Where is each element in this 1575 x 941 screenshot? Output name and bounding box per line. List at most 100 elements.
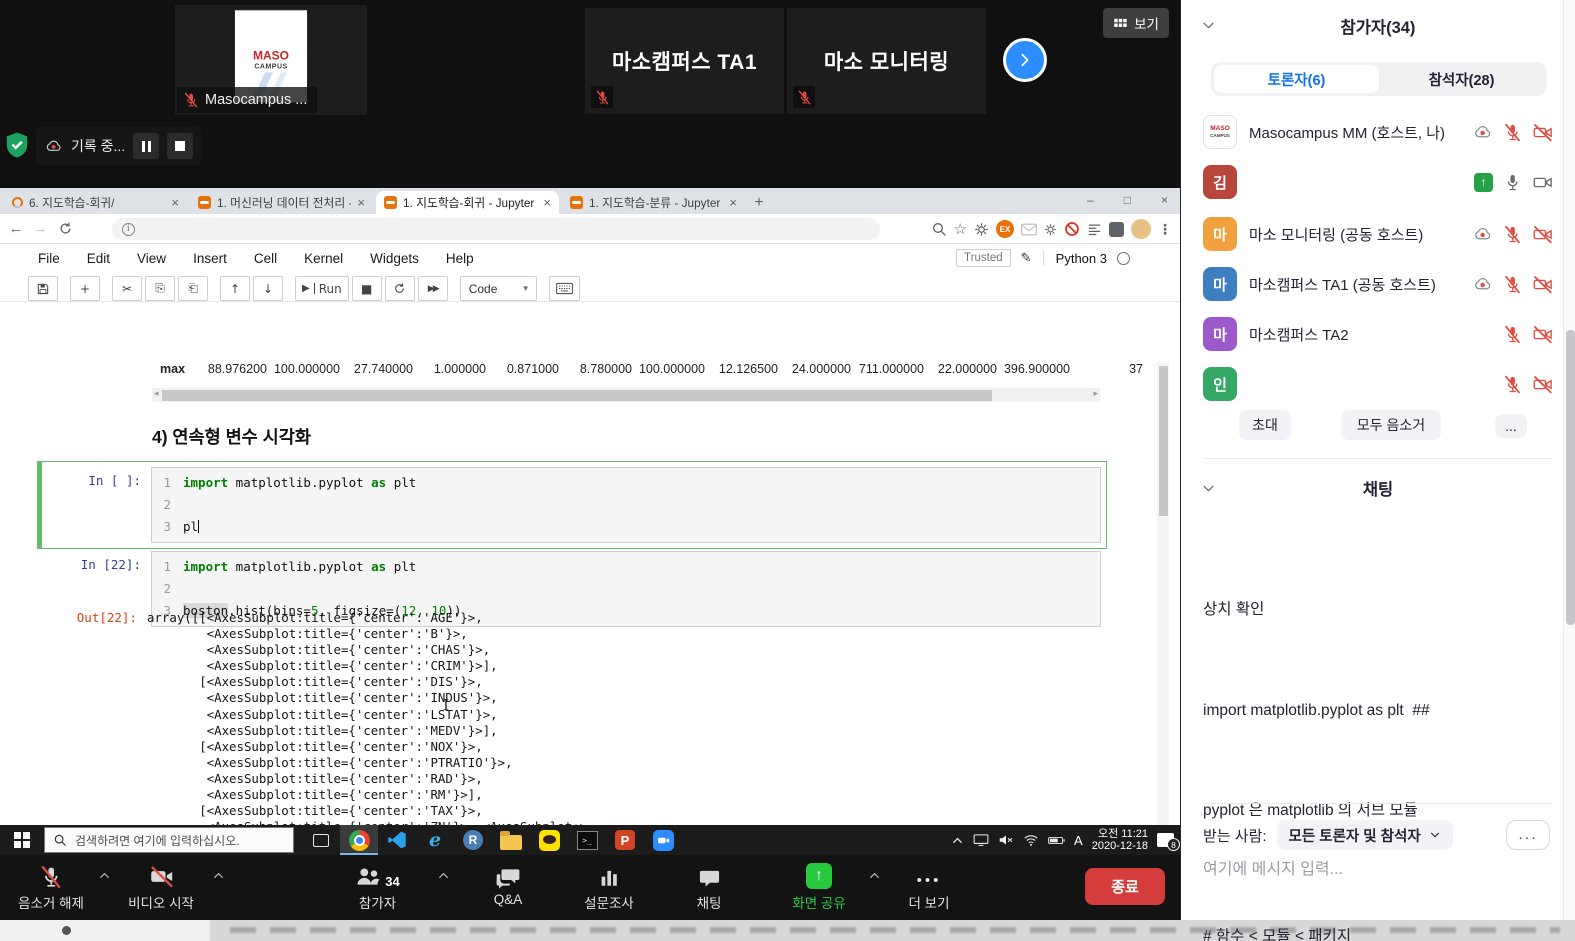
start-video-button[interactable]: 비디오 시작 — [115, 861, 207, 912]
cell-type-select[interactable]: Code▾ — [460, 276, 537, 301]
display-icon[interactable] — [973, 833, 989, 847]
taskbar-app-chrome[interactable] — [340, 825, 378, 855]
invite-button[interactable]: 초대 — [1239, 410, 1291, 440]
panel-scrollbar[interactable] — [1563, 0, 1575, 920]
video-options-chevron-icon[interactable] — [212, 869, 225, 882]
video-tile-ta1[interactable]: 마소캠퍼스 TA1 — [585, 8, 784, 114]
taskbar-app-ie[interactable]: e — [416, 825, 454, 855]
next-videos-button[interactable] — [1003, 38, 1047, 82]
mail-extension-icon[interactable] — [1021, 223, 1037, 236]
wifi-icon[interactable] — [1023, 833, 1039, 847]
tab-attendees[interactable]: 참석자(28) — [1379, 65, 1544, 93]
back-icon[interactable]: ← — [4, 220, 28, 237]
taskbar-app-zoom[interactable] — [644, 825, 682, 855]
participants-button[interactable]: 34 참가자 — [330, 861, 425, 912]
maximize-button[interactable]: □ — [1124, 193, 1131, 207]
participant-row[interactable]: 인 — [1181, 360, 1575, 408]
settings-gear-icon[interactable] — [1044, 223, 1057, 236]
video-tile-masocampus[interactable]: MASOCAMPUS Masocampus ... — [175, 5, 367, 115]
close-button[interactable]: × — [1161, 193, 1168, 207]
taskbar-app-explorer[interactable] — [492, 825, 530, 855]
participants-more-button[interactable]: ... — [1495, 414, 1527, 438]
profile-avatar[interactable] — [1131, 219, 1151, 239]
participant-row[interactable]: 마 마소캠퍼스 TA2 — [1181, 310, 1575, 358]
taskbar-app-powerpoint[interactable]: P — [606, 825, 644, 855]
mic-options-chevron-icon[interactable] — [98, 869, 111, 882]
participant-row[interactable]: 마 마소 모니터링 (공동 호스트) — [1181, 210, 1575, 258]
battery-icon[interactable] — [1048, 836, 1065, 845]
recipient-select[interactable]: 모든 토론자 및 참석자 — [1277, 820, 1453, 850]
forward-icon[interactable]: → — [28, 220, 52, 237]
url-field[interactable]: i — [112, 218, 880, 240]
extensions-puzzle-icon[interactable] — [1109, 222, 1124, 237]
tab-panelists[interactable]: 토론자(6) — [1214, 65, 1379, 93]
browser-tab-2[interactable]: 1. 머신러닝 데이터 전처리 - Jup × — [190, 191, 373, 214]
move-cell-up-button[interactable]: ↑ — [220, 276, 250, 301]
unmute-button[interactable]: 음소거 해제 — [6, 861, 96, 912]
browser-tab-3-active[interactable]: 1. 지도학습-회귀 - Jupyter Note × — [376, 191, 559, 214]
chat-more-button[interactable]: ... — [1506, 820, 1550, 850]
participants-chevron-icon[interactable] — [437, 869, 450, 882]
zoom-page-icon[interactable] — [931, 221, 947, 237]
page-info-icon[interactable]: i — [122, 223, 135, 236]
horizontal-scrollbar[interactable]: ◂ ▸ — [152, 388, 1100, 402]
reading-list-icon[interactable] — [1087, 222, 1102, 237]
browser-tab-1[interactable]: 6. 지도학습-회귀/ × — [4, 191, 187, 214]
save-button[interactable] — [28, 276, 58, 301]
participant-row[interactable]: MASOCAMPUS Masocampus MM (호스트, 나) — [1181, 108, 1575, 156]
share-options-chevron-icon[interactable] — [868, 869, 881, 882]
tab-close-icon[interactable]: × — [543, 195, 551, 210]
vertical-scrollbar[interactable] — [1157, 362, 1169, 867]
taskbar-app-r[interactable]: R — [454, 825, 492, 855]
reload-icon[interactable] — [58, 221, 73, 236]
taskbar-search-input[interactable]: 검색하려면 여기에 입력하십시오. — [44, 827, 294, 853]
qa-button[interactable]: Q&A — [470, 861, 546, 907]
restart-run-all-button[interactable]: ▶▶ — [418, 276, 448, 301]
tab-close-icon[interactable]: × — [357, 195, 365, 210]
ime-indicator[interactable]: A — [1074, 833, 1083, 848]
code-cell-active[interactable]: In [ ]: 123 import matplotlib.pyplot as … — [37, 461, 1107, 549]
view-button[interactable]: 보기 — [1103, 8, 1169, 38]
tray-expand-icon[interactable] — [951, 834, 964, 847]
browser-menu-icon[interactable]: ⋮ — [1158, 221, 1172, 238]
share-screen-button[interactable]: ↑ 화면 공유 — [775, 861, 863, 912]
video-tile-monitoring[interactable]: 마소 모니터링 — [787, 8, 986, 114]
taskbar-app-terminal[interactable]: >_ — [568, 825, 606, 855]
taskbar-app-kakaotalk[interactable] — [530, 825, 568, 855]
new-tab-button[interactable]: + — [748, 192, 770, 214]
volume-muted-icon[interactable] — [998, 833, 1014, 847]
poll-button[interactable]: 설문조사 — [570, 861, 648, 912]
run-button[interactable]: ▶Run — [295, 276, 349, 301]
scrollbar-thumb[interactable] — [1566, 330, 1575, 625]
pause-recording-button[interactable] — [133, 133, 159, 159]
chat-message-input[interactable]: 여기에 메시지 입력... — [1203, 855, 1343, 879]
participant-row[interactable]: 마 마소캠퍼스 TA1 (공동 호스트) — [1181, 260, 1575, 308]
stop-button[interactable]: ■ — [352, 276, 382, 301]
stop-recording-button[interactable] — [167, 133, 193, 159]
command-palette-button[interactable] — [549, 276, 580, 301]
adblock-icon[interactable] — [1064, 221, 1080, 237]
add-cell-button[interactable]: + — [70, 276, 100, 301]
ex-extension-icon[interactable]: EX — [996, 220, 1014, 238]
scrollbar-thumb[interactable] — [1159, 366, 1168, 516]
participant-row[interactable]: 김 ↑ — [1181, 158, 1575, 206]
browser-tab-4[interactable]: 1. 지도학습-분류 - Jupyter Note × — [562, 191, 745, 214]
taskbar-clock[interactable]: 오전 11:212020-12-18 — [1092, 828, 1148, 853]
mute-all-button[interactable]: 모두 음소거 — [1341, 410, 1441, 440]
security-shield-icon[interactable] — [4, 131, 30, 159]
bookmark-star-icon[interactable]: ☆ — [954, 220, 967, 238]
tab-close-icon[interactable]: × — [729, 195, 737, 210]
copy-cell-button[interactable]: ⎘ — [145, 276, 175, 301]
move-cell-down-button[interactable]: ↓ — [253, 276, 283, 301]
taskbar-app-vscode[interactable] — [378, 825, 416, 855]
task-view-button[interactable] — [302, 825, 340, 855]
scrollbar-thumb[interactable] — [162, 390, 992, 401]
extension-gear-icon[interactable] — [974, 222, 989, 237]
start-button[interactable] — [0, 825, 44, 855]
tab-close-icon[interactable]: × — [171, 195, 179, 210]
paste-cell-button[interactable]: ⎗ — [178, 276, 208, 301]
minimize-button[interactable]: – — [1087, 193, 1094, 207]
notification-center-icon[interactable]: 8 — [1157, 833, 1174, 847]
end-meeting-button[interactable]: 종료 — [1085, 868, 1165, 905]
cut-cell-button[interactable]: ✂ — [112, 276, 142, 301]
